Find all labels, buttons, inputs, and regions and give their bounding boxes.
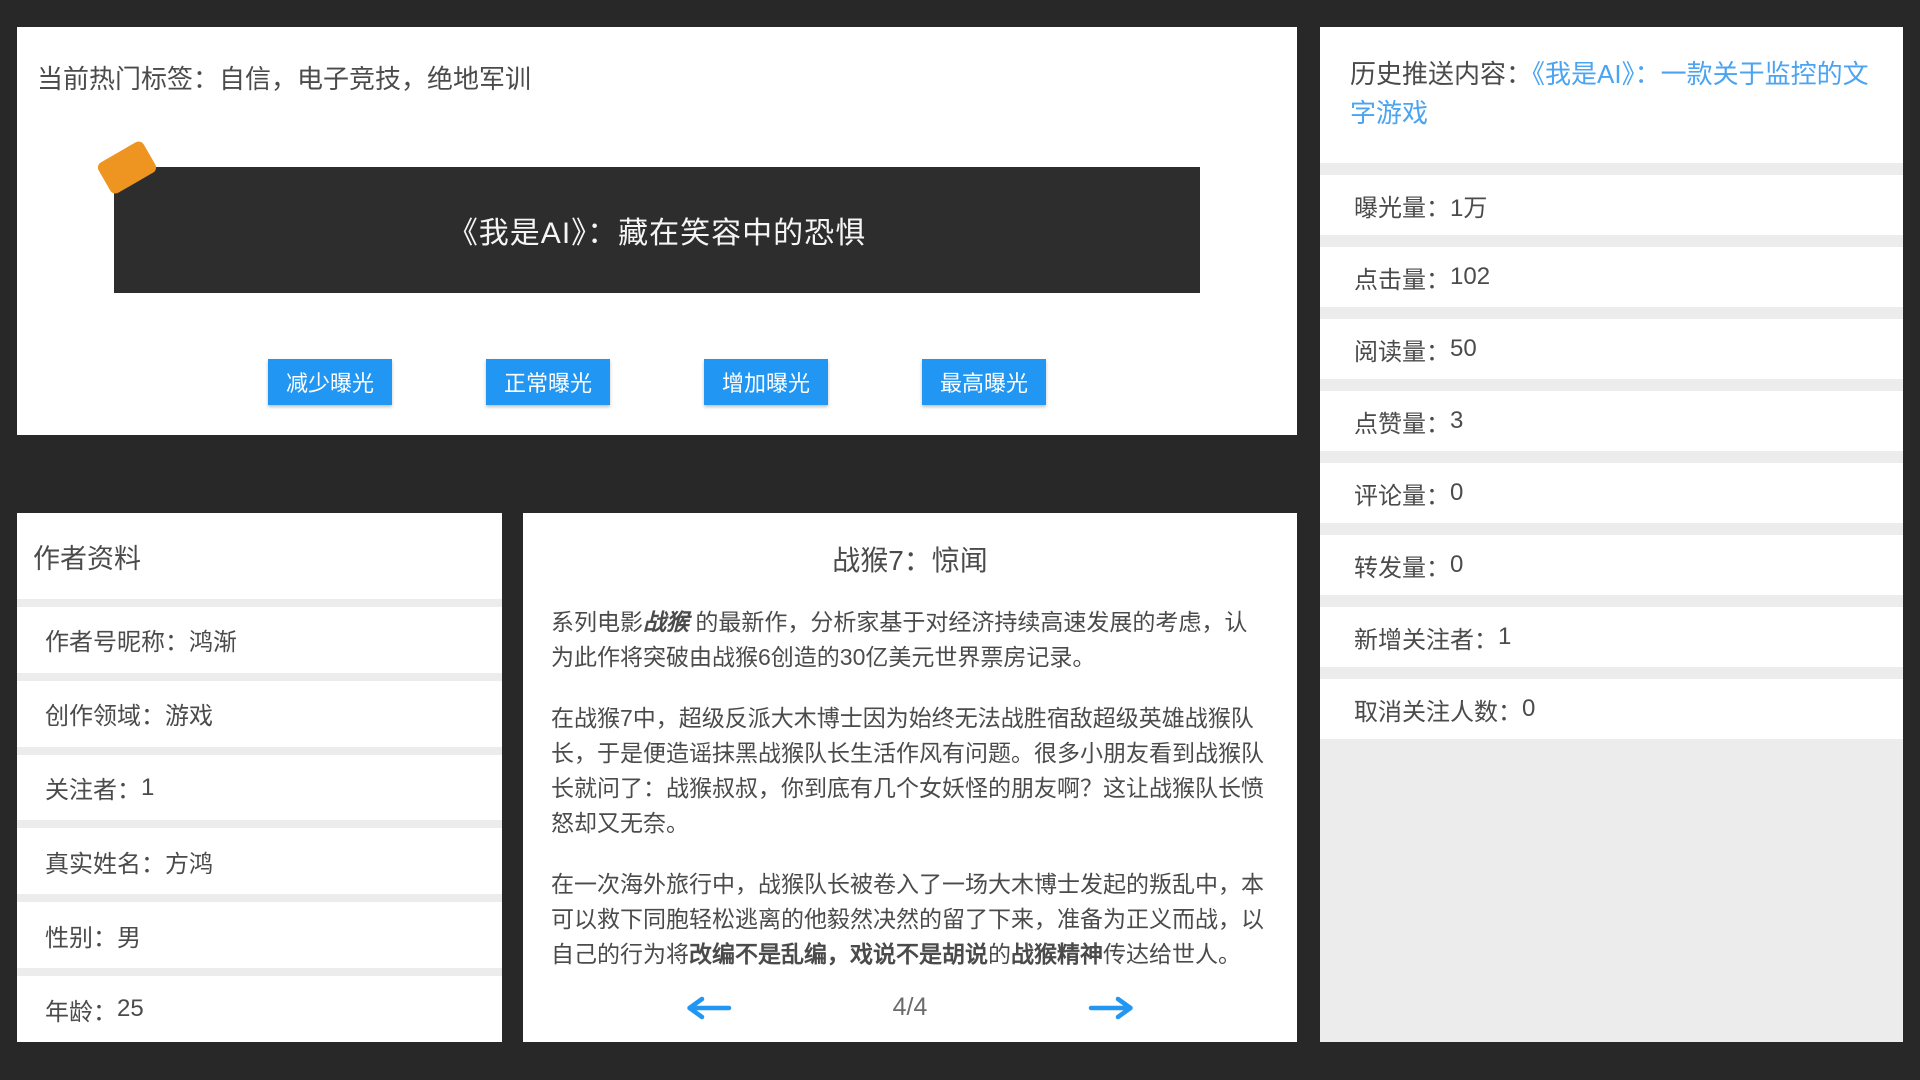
app-root: 当前热门标签：自信，电子竞技，绝地军训 《我是AI》：藏在笑容中的恐惧 减少曝光… [0, 0, 1920, 1080]
row-label: 曝光量 [1354, 188, 1426, 223]
decrease-exposure-button[interactable]: 减少曝光 [268, 359, 392, 405]
hot-tags-line: 当前热门标签：自信，电子竞技，绝地军训 [17, 27, 1297, 96]
arrow-right-icon [1087, 994, 1137, 1022]
page-indicator: 4/4 [893, 993, 928, 1022]
row-label: 点赞量 [1354, 404, 1426, 439]
stats-panel-filler [1320, 751, 1903, 1042]
row-value: 1万 [1450, 188, 1487, 223]
row-value: 0 [1450, 551, 1463, 579]
pagination: 4/4 [523, 993, 1297, 1022]
row-value: 50 [1450, 335, 1477, 363]
row-label: 取消关注人数 [1354, 692, 1498, 727]
row-value: 0 [1522, 695, 1535, 723]
colon: ： [93, 918, 117, 953]
history-label: 历史推送内容： [1350, 59, 1532, 89]
stat-row-exposure: 曝光量：1万 [1320, 175, 1903, 235]
row-label: 阅读量 [1354, 332, 1426, 367]
row-value: 1 [141, 774, 154, 802]
row-label: 关注者 [45, 770, 117, 805]
colon: ： [165, 622, 189, 657]
article-banner: 《我是AI》：藏在笑容中的恐惧 [114, 167, 1200, 293]
prev-page-button[interactable] [683, 994, 733, 1022]
colon: ： [141, 844, 165, 879]
hot-tags-label: 当前热门标签： [37, 64, 219, 94]
profile-row-real-name: 真实姓名：方鸿 [17, 828, 502, 894]
sticky-tag-icon [96, 139, 159, 195]
article-paragraph: 在一次海外旅行中，战猴队长被卷入了一场大木博士发起的叛乱中，本可以救下同胞轻松逃… [551, 867, 1269, 972]
row-label: 评论量 [1354, 476, 1426, 511]
row-value: 方鸿 [165, 844, 213, 879]
stat-row-likes: 点赞量：3 [1320, 391, 1903, 451]
row-label: 新增关注者 [1354, 620, 1474, 655]
colon: ： [1426, 332, 1450, 367]
row-label: 创作领域 [45, 696, 141, 731]
profile-row-nickname: 作者号昵称：鸿渐 [17, 607, 502, 673]
stat-row-new-followers: 新增关注者：1 [1320, 607, 1903, 667]
row-value: 25 [117, 995, 144, 1023]
row-label: 年龄 [45, 992, 93, 1027]
push-history-panel: 历史推送内容：《我是AI》：一款关于监控的文字游戏 曝光量：1万 点击量：102… [1320, 27, 1903, 1042]
row-label: 转发量 [1354, 548, 1426, 583]
colon: ： [141, 696, 165, 731]
colon: ： [93, 992, 117, 1027]
hot-tags-list: 自信，电子竞技，绝地军训 [219, 64, 531, 94]
row-label: 真实姓名 [45, 844, 141, 879]
article-paragraph: 系列电影战猴 的最新作，分析家基于对经济持续高速发展的考虑，认为此作将突破由战猴… [551, 605, 1269, 675]
profile-row-followers: 关注者：1 [17, 755, 502, 821]
stat-row-shares: 转发量：0 [1320, 535, 1903, 595]
row-value: 102 [1450, 263, 1490, 291]
max-exposure-button[interactable]: 最高曝光 [922, 359, 1046, 405]
stat-row-unfollows: 取消关注人数：0 [1320, 679, 1903, 739]
colon: ： [1426, 404, 1450, 439]
colon: ： [1426, 476, 1450, 511]
article-paragraph: 在战猴7中，超级反派大木博士因为始终无法战胜宿敌超级英雄战猴队长，于是便造谣抹黑… [551, 701, 1269, 841]
row-value: 游戏 [165, 696, 213, 731]
profile-row-field: 创作领域：游戏 [17, 681, 502, 747]
colon: ： [1426, 548, 1450, 583]
article-panel: 战猴7：惊闻 系列电影战猴 的最新作，分析家基于对经济持续高速发展的考虑，认为此… [523, 513, 1297, 1042]
row-label: 作者号昵称 [45, 622, 165, 657]
banner-title: 《我是AI》：藏在笑容中的恐惧 [448, 208, 866, 252]
recommendation-panel: 当前热门标签：自信，电子竞技，绝地军训 《我是AI》：藏在笑容中的恐惧 减少曝光… [17, 27, 1297, 435]
history-header: 历史推送内容：《我是AI》：一款关于监控的文字游戏 [1320, 27, 1903, 163]
colon: ： [1426, 188, 1450, 223]
colon: ： [117, 770, 141, 805]
colon: ： [1426, 260, 1450, 295]
row-value: 3 [1450, 407, 1463, 435]
stat-row-reads: 阅读量：50 [1320, 319, 1903, 379]
row-value: 1 [1498, 623, 1511, 651]
increase-exposure-button[interactable]: 增加曝光 [704, 359, 828, 405]
author-profile-panel: 作者资料 作者号昵称：鸿渐 创作领域：游戏 关注者：1 真实姓名：方鸿 性别：男… [17, 513, 502, 1042]
author-panel-title: 作者资料 [17, 513, 502, 599]
exposure-buttons-row: 减少曝光 正常曝光 增加曝光 最高曝光 [17, 359, 1297, 405]
stat-row-clicks: 点击量：102 [1320, 247, 1903, 307]
row-label: 点击量 [1354, 260, 1426, 295]
colon: ： [1474, 620, 1498, 655]
profile-row-gender: 性别：男 [17, 902, 502, 968]
arrow-left-icon [683, 994, 733, 1022]
profile-row-age: 年龄：25 [17, 976, 502, 1042]
colon: ： [1498, 692, 1522, 727]
normal-exposure-button[interactable]: 正常曝光 [486, 359, 610, 405]
row-value: 鸿渐 [189, 622, 237, 657]
stat-row-comments: 评论量：0 [1320, 463, 1903, 523]
row-value: 0 [1450, 479, 1463, 507]
article-title: 战猴7：惊闻 [551, 539, 1269, 579]
next-page-button[interactable] [1087, 994, 1137, 1022]
row-label: 性别 [45, 918, 93, 953]
row-value: 男 [117, 918, 141, 953]
